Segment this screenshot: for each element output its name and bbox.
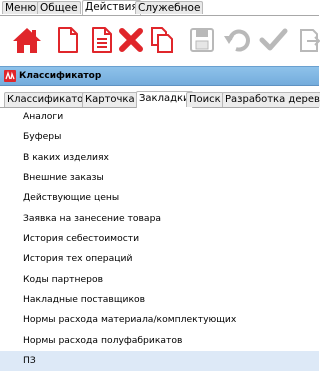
tab-search[interactable]: Поиск [186, 92, 224, 107]
tab-card[interactable]: Карточка [82, 92, 138, 107]
apply-check-icon [258, 25, 288, 55]
list-item[interactable]: Внешние заказы [0, 168, 319, 188]
tab-general[interactable]: Общее [37, 1, 81, 14]
list-item[interactable]: Нормы расхода материала/комплектующих [0, 310, 319, 330]
tab-tree-development[interactable]: Разработка дерева [222, 92, 320, 107]
list-item[interactable]: Коды партнеров [0, 270, 319, 290]
list-item[interactable]: Нормы расхода полуфабрикатов [0, 331, 319, 351]
list-item[interactable]: Заявка на занесение товара [0, 209, 319, 229]
tab-actions[interactable]: Действия [82, 0, 141, 15]
list-item[interactable]: Накладные поставщиков [0, 290, 319, 310]
bookmarks-list: Аналоги Буферы В каких изделиях Внешние … [0, 107, 319, 371]
main-menu-tabs: Меню Общее Действия Служебное [0, 0, 319, 16]
classifier-sub-tabs: Классификатор Карточка Закладки Поиск Ра… [0, 91, 320, 108]
save-icon [187, 25, 217, 55]
list-item[interactable]: Действующие цены [0, 188, 319, 208]
list-item[interactable]: Буферы [0, 127, 319, 147]
tab-classifier[interactable]: Классификатор [4, 92, 93, 107]
list-item[interactable]: История тех операций [0, 249, 319, 269]
actions-toolbar [0, 16, 320, 66]
tab-bookmarks[interactable]: Закладки [136, 91, 193, 108]
list-item[interactable]: В каких изделиях [0, 148, 319, 168]
app-logo-icon [4, 70, 16, 82]
home-icon[interactable] [12, 25, 42, 55]
document-edit-icon[interactable] [86, 25, 116, 55]
list-item[interactable]: ПЗ [0, 351, 319, 371]
classifier-panel-header: Классификатор [0, 66, 319, 86]
export-icon [296, 25, 320, 55]
list-item[interactable]: История себестоимости [0, 229, 319, 249]
list-item[interactable]: Аналоги [0, 107, 319, 127]
undo-icon [222, 25, 252, 55]
tab-menu[interactable]: Меню [2, 1, 40, 14]
panel-title: Классификатор [19, 71, 102, 81]
new-document-icon[interactable] [52, 25, 82, 55]
delete-icon[interactable] [116, 25, 146, 55]
tab-service[interactable]: Служебное [135, 1, 204, 14]
copy-icon[interactable] [147, 25, 177, 55]
